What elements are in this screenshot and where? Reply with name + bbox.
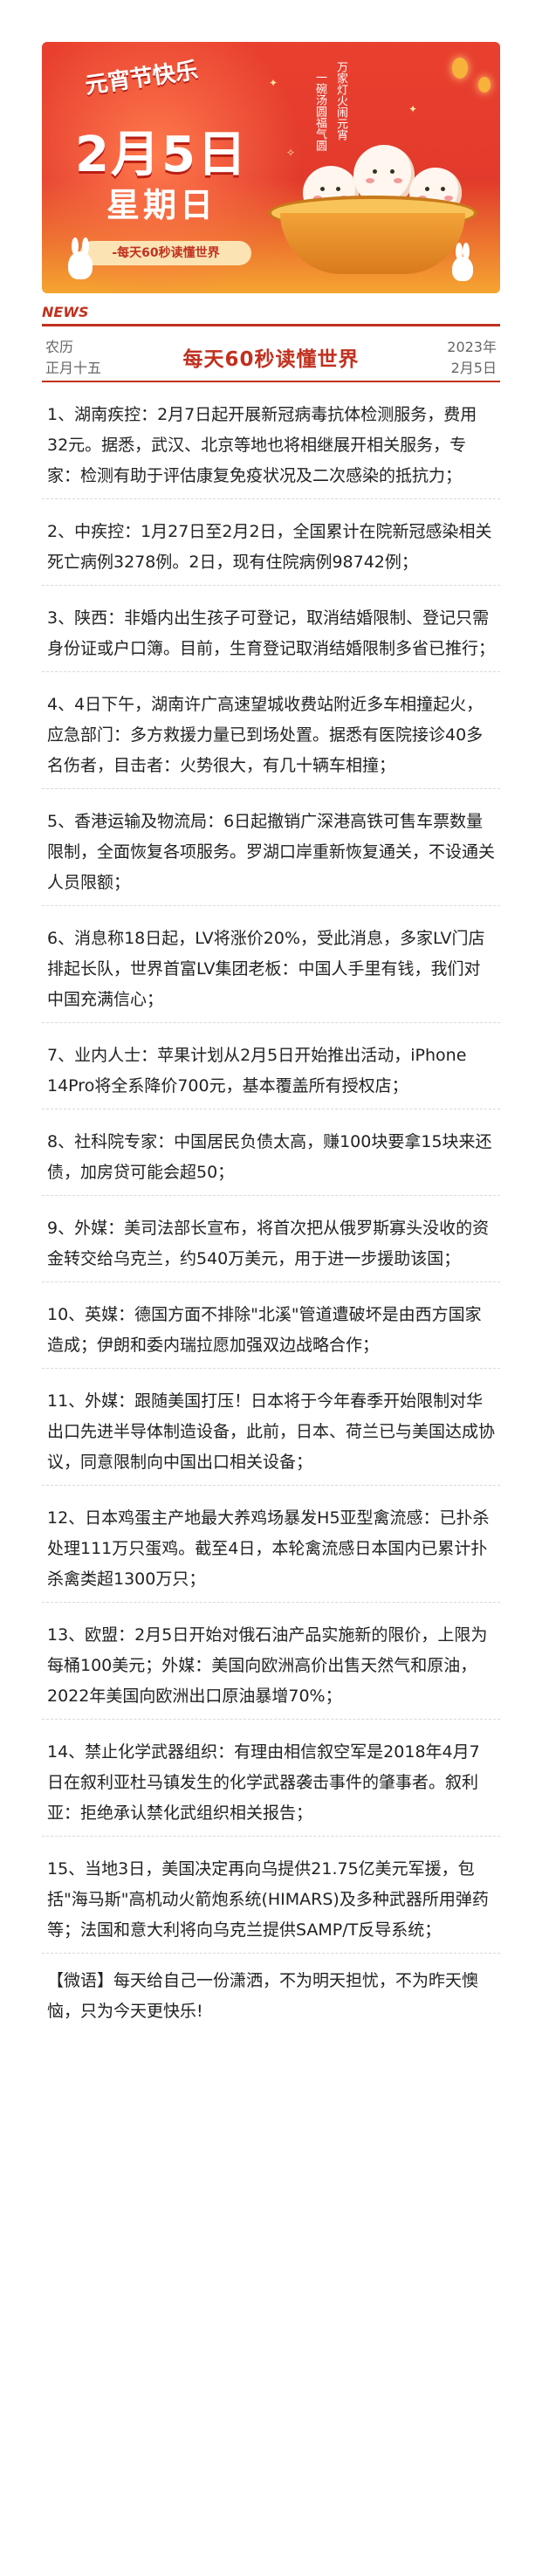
star-icon: ✧ — [286, 147, 296, 159]
news-label: NEWS — [42, 304, 89, 320]
month-day: 2月5日 — [450, 360, 497, 376]
issue-header: 农历 正月十五 每天60秒读懂世界 2023年 2月5日 — [42, 332, 500, 382]
tangyuan-bowl-illustration — [268, 145, 477, 274]
news-item: 8、社科院专家：中国居民负债太高，赚100块要拿15块来还债，加房贷可能会超50… — [42, 1109, 500, 1196]
year: 2023年 — [447, 339, 497, 355]
header-banner: 元宵节快乐 2月5日 星期日 -每天60秒读懂世界 万家灯火闹元宵 一碗汤圆福气… — [42, 42, 500, 293]
news-divider — [42, 324, 500, 326]
news-item: 14、禁止化学武器组织：有理由相信叙空军是2018年4月7日在叙利亚杜马镇发生的… — [42, 1720, 500, 1837]
news-item: 3、陕西：非婚内出生孩子可登记，取消结婚限制、登记只需身份证或户口簿。目前，生育… — [42, 586, 500, 672]
gregorian-date: 2023年 2月5日 — [447, 337, 497, 379]
lantern-icon — [478, 77, 491, 93]
bowl-body — [280, 213, 465, 274]
news-item: 4、4日下午，湖南许广高速望城收费站附近多车相撞起火，应急部门：多方救援力量已到… — [42, 672, 500, 789]
banner-date: 2月5日 — [75, 127, 248, 183]
star-icon: ✦ — [269, 77, 278, 89]
news-item: 5、香港运输及物流局：6日起撤销广深港高铁可售车票数量限制，全面恢复各项服务。罗… — [42, 789, 500, 906]
banner-weekday: 星期日 — [106, 186, 216, 224]
news-item: 13、欧盟：2月5日开始对俄石油产品实施新的限价，上限为每桶100美元；外媒：美… — [42, 1603, 500, 1720]
news-item: 7、业内人士：苹果计划从2月5日开始推出活动，iPhone 14Pro将全系降价… — [42, 1023, 500, 1109]
lantern-icon — [452, 58, 468, 79]
news-item: 15、当地3日，美国决定再向乌提供21.75亿美元军援，包括"海马斯"高机动火箭… — [42, 1837, 500, 1954]
banner-vertical-text-2: 一碗汤圆福气圆 — [313, 72, 326, 151]
news-list: 1、湖南疾控：2月7日起开展新冠病毒抗体检测服务，费用32元。据悉，武汉、北京等… — [42, 382, 500, 1954]
rabbit-icon — [68, 237, 93, 279]
news-item: 6、消息称18日起，LV将涨价20%，受此消息，多家LV门店排起长队，世界首富L… — [42, 906, 500, 1023]
banner-vertical-text-1: 万家灯火闹元宵 — [334, 61, 347, 141]
news-item: 10、英媒：德国方面不排除"北溪"管道遭破坏是由西方国家造成；伊朗和委内瑞拉愿加… — [42, 1282, 500, 1369]
banner-tagline: -每天60秒读懂世界 — [80, 241, 251, 265]
rabbit-icon — [452, 243, 473, 281]
daily-quote: 【微语】每天给自己一份潇洒，不为明天担忧，不为昨天懊恼，只为今天更快乐! — [47, 1971, 479, 2021]
news-item: 11、外媒：跟随美国打压！日本将于今年春季开始限制对华出口先进半导体制造设备，此… — [42, 1369, 500, 1486]
star-icon: ✦ — [408, 103, 418, 115]
news-item: 1、湖南疾控：2月7日起开展新冠病毒抗体检测服务，费用32元。据悉，武汉、北京等… — [42, 382, 500, 499]
page: 元宵节快乐 2月5日 星期日 -每天60秒读懂世界 万家灯火闹元宵 一碗汤圆福气… — [0, 42, 542, 2576]
news-item: 12、日本鸡蛋主产地最大养鸡场暴发H5亚型禽流感：已扑杀处理111万只蛋鸡。截至… — [42, 1486, 500, 1603]
news-item: 2、中疾控：1月27日至2月2日，全国累计在院新冠感染相关死亡病例3278例。2… — [42, 499, 500, 586]
page-title: 每天60秒读懂世界 — [182, 348, 360, 371]
news-item: 9、外媒：美司法部长宣布，将首次把从俄罗斯寡头没收的资金转交给乌克兰，约540万… — [42, 1196, 500, 1282]
